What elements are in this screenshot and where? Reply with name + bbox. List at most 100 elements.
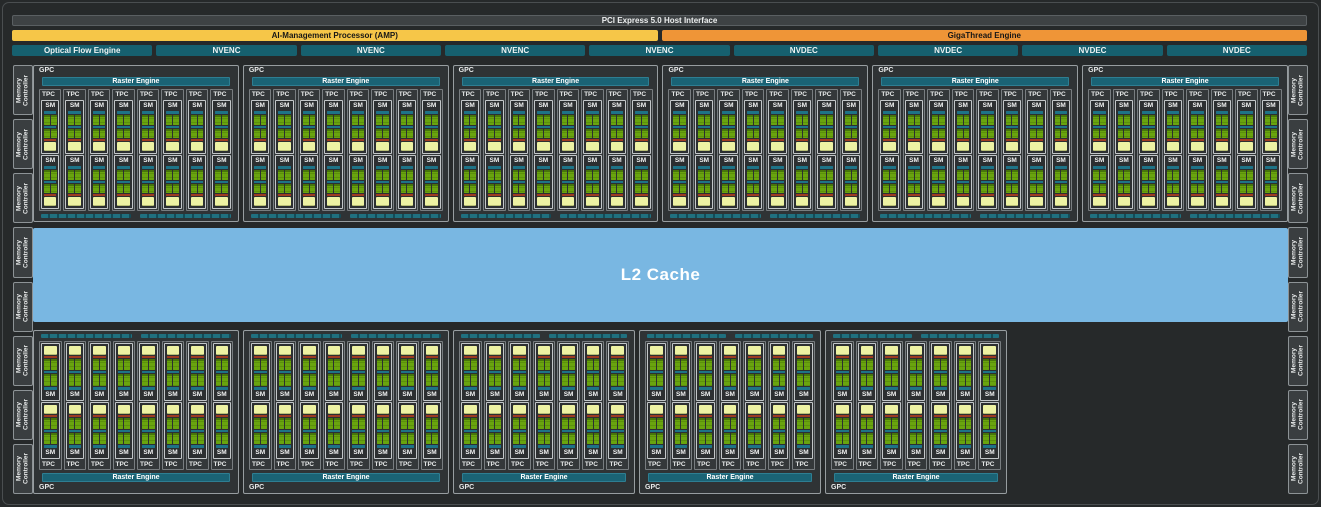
- sm-teal-strip: [464, 387, 477, 390]
- tpc-block: TPCSMSM: [903, 89, 925, 211]
- sm-label: SM: [191, 391, 204, 399]
- sm-core-grid: [587, 433, 600, 444]
- sm-core-grid: [796, 184, 808, 194]
- sm-red-strip: [1093, 139, 1105, 141]
- sm-cache-block: [771, 142, 783, 151]
- raster-engine-bar: Raster Engine: [1091, 77, 1279, 86]
- sm-teal-strip: [771, 166, 783, 169]
- sm-core-grid: [586, 129, 598, 139]
- sm-label: SM: [537, 102, 549, 110]
- sm-red-strip: [698, 194, 710, 196]
- sm-core-grid: [376, 170, 388, 180]
- sm-divider-strip: [586, 181, 598, 183]
- sm-teal-strip: [885, 445, 898, 448]
- sm-divider-strip: [513, 430, 526, 432]
- sm-block: SM: [163, 155, 181, 209]
- sm-divider-strip: [327, 126, 339, 128]
- sm-divider-strip: [537, 181, 549, 183]
- sm-divider-strip: [698, 181, 710, 183]
- sm-label: SM: [611, 449, 624, 457]
- sm-teal-strip: [748, 445, 761, 448]
- sm-core-grid: [44, 433, 57, 444]
- sm-cache-block: [699, 346, 712, 355]
- sm-cache-block: [959, 405, 972, 414]
- sm-core-grid: [303, 433, 316, 444]
- sm-red-strip: [699, 356, 712, 358]
- sm-divider-strip: [167, 371, 180, 373]
- tpc-label: TPC: [163, 90, 181, 99]
- sm-label: SM: [1055, 157, 1067, 165]
- sm-core-grid: [562, 374, 575, 385]
- tpc-block: TPCSMSM: [137, 341, 160, 470]
- sm-teal-strip: [796, 111, 808, 114]
- sm-red-strip: [254, 194, 266, 196]
- sm-divider-strip: [254, 430, 267, 432]
- sm-cache-block: [611, 142, 623, 151]
- sm-core-grid: [748, 374, 761, 385]
- sm-core-grid: [699, 418, 712, 429]
- tpc-label: TPC: [65, 90, 83, 99]
- sm-core-grid: [1216, 184, 1228, 194]
- sm-teal-strip: [377, 445, 390, 448]
- sm-red-strip: [981, 139, 993, 141]
- sm-red-strip: [93, 415, 106, 417]
- sm-divider-strip: [327, 181, 339, 183]
- tpc-block: TPCSMSM: [668, 89, 690, 211]
- tpc-label: TPC: [139, 460, 158, 469]
- sm-divider-strip: [981, 181, 993, 183]
- sm-core-grid: [747, 170, 759, 180]
- sm-red-strip: [957, 139, 969, 141]
- sm-teal-strip: [1167, 166, 1179, 169]
- sm-red-strip: [845, 139, 857, 141]
- sm-cache-block: [142, 405, 155, 414]
- sm-divider-strip: [489, 371, 502, 373]
- tpc-label: TPC: [349, 460, 368, 469]
- sm-cache-block: [1006, 142, 1018, 151]
- sm-label: SM: [910, 449, 923, 457]
- sm-core-grid: [538, 418, 551, 429]
- sm-divider-strip: [191, 430, 204, 432]
- tpc-block: TPCSMSM: [630, 89, 652, 211]
- sm-teal-strip: [1142, 166, 1154, 169]
- sm-core-grid: [1006, 115, 1018, 125]
- sm-core-grid: [885, 433, 898, 444]
- sm-teal-strip: [401, 166, 413, 169]
- sm-label: SM: [537, 157, 549, 165]
- tpc-label: TPC: [882, 460, 901, 469]
- sm-core-grid: [118, 374, 131, 385]
- sm-core-grid: [215, 115, 227, 125]
- gpc-thin-bar: [770, 214, 860, 218]
- sm-cache-block: [957, 142, 969, 151]
- sm-core-grid: [278, 129, 290, 139]
- tpc-label: TPC: [696, 460, 715, 469]
- sm-cache-block: [117, 197, 129, 206]
- sm-core-grid: [167, 374, 180, 385]
- sm-divider-strip: [425, 181, 437, 183]
- sm-core-grid: [216, 359, 229, 370]
- tpc-label: TPC: [770, 460, 789, 469]
- tpc-block: TPCSMSM: [88, 89, 110, 211]
- sm-core-grid: [586, 170, 598, 180]
- sm-divider-strip: [845, 126, 857, 128]
- tpc-block: TPCSMSM: [483, 89, 505, 211]
- sm-cache-block: [883, 142, 895, 151]
- sm-divider-strip: [1142, 126, 1154, 128]
- sm-label: SM: [611, 391, 624, 399]
- sm-red-strip: [464, 415, 477, 417]
- sm-teal-strip: [464, 445, 477, 448]
- sm-cache-block: [650, 405, 663, 414]
- sm-red-strip: [376, 139, 388, 141]
- sm-divider-strip: [254, 126, 266, 128]
- sm-teal-strip: [93, 166, 105, 169]
- gpc-thin-bar: [41, 334, 132, 338]
- raster-engine-bar: Raster Engine: [42, 473, 230, 482]
- sm-teal-strip: [773, 387, 786, 390]
- sm-divider-strip: [883, 181, 895, 183]
- sm-cache-block: [377, 346, 390, 355]
- sm-red-strip: [611, 194, 623, 196]
- sm-label: SM: [698, 157, 710, 165]
- sm-divider-strip: [464, 181, 476, 183]
- gpc-block: GPCRaster EngineTPCSMSMTPCSMSMTPCSMSMTPC…: [872, 65, 1078, 222]
- sm-teal-strip: [747, 111, 759, 114]
- sm-label: SM: [488, 102, 500, 110]
